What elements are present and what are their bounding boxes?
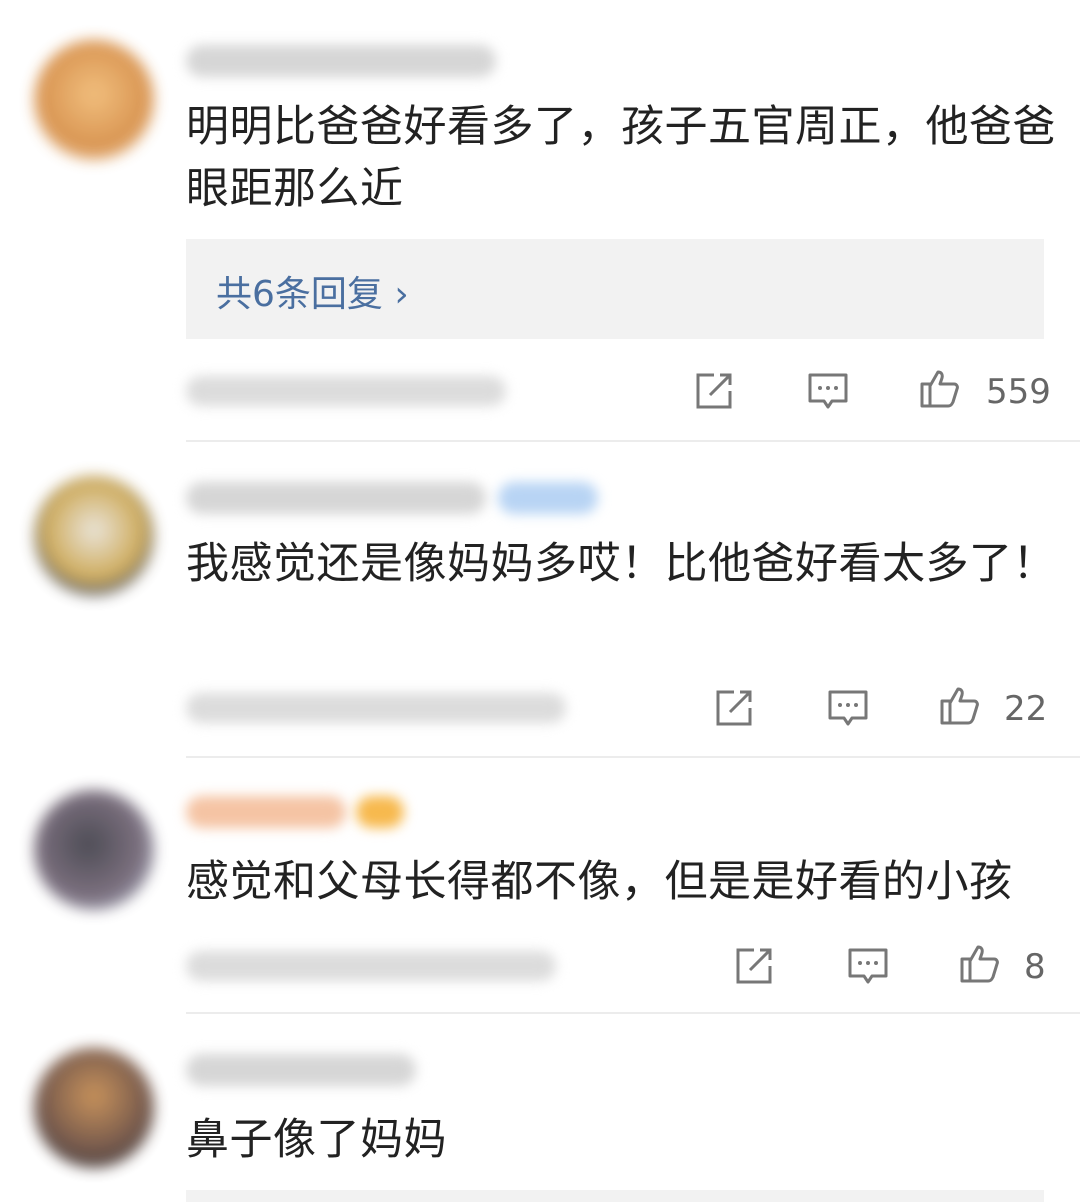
- share-icon[interactable]: [692, 369, 736, 413]
- avatar[interactable]: [34, 790, 154, 910]
- avatar[interactable]: [34, 40, 154, 160]
- like-count: 22: [1004, 689, 1048, 729]
- share-icon[interactable]: [732, 944, 776, 988]
- thumbs-up-icon[interactable]: [958, 941, 1002, 985]
- badge-blurred: [498, 482, 598, 514]
- comment-item: 我感觉还是像妈妈多哎！比他爸好看太多了！ 22: [0, 442, 1080, 758]
- username-blurred[interactable]: [186, 1054, 416, 1086]
- avatar[interactable]: [34, 1048, 154, 1168]
- vip-badge-blurred: [356, 796, 404, 828]
- replies-link[interactable]: 共6条回复 ›: [186, 239, 1044, 339]
- comment-text: 感觉和父母长得都不像，但是是好看的小孩: [186, 857, 1013, 907]
- thumbs-up-icon[interactable]: [918, 366, 962, 410]
- avatar[interactable]: [34, 476, 154, 596]
- comment-item: 感觉和父母长得都不像，但是是好看的小孩 8: [0, 758, 1080, 1014]
- like-count: 8: [1024, 947, 1046, 987]
- comment-text: 明明比爸爸好看多了，孩子五官周正，他爸爸眼距那么近: [186, 102, 1056, 214]
- bottom-bar: [186, 1190, 1044, 1202]
- comment-icon[interactable]: [826, 686, 870, 730]
- timestamp-blurred: [186, 951, 556, 981]
- timestamp-blurred: [186, 376, 506, 406]
- comment-text: 我感觉还是像妈妈多哎！比他爸好看太多了！: [186, 539, 1056, 589]
- replies-label: 共6条回复 ›: [216, 274, 409, 315]
- comment-icon[interactable]: [846, 944, 890, 988]
- comment-item: 鼻子像了妈妈: [0, 1014, 1080, 1202]
- like-count: 559: [986, 372, 1051, 412]
- comment-icon[interactable]: [806, 369, 850, 413]
- thumbs-up-icon[interactable]: [938, 683, 982, 727]
- share-icon[interactable]: [712, 686, 756, 730]
- comment-item: 明明比爸爸好看多了，孩子五官周正，他爸爸眼距那么近 共6条回复 › 559: [0, 0, 1080, 442]
- username-blurred[interactable]: [186, 482, 486, 514]
- comment-text: 鼻子像了妈妈: [186, 1115, 447, 1165]
- timestamp-blurred: [186, 693, 566, 723]
- username-blurred[interactable]: [186, 796, 346, 828]
- username-blurred[interactable]: [186, 45, 496, 77]
